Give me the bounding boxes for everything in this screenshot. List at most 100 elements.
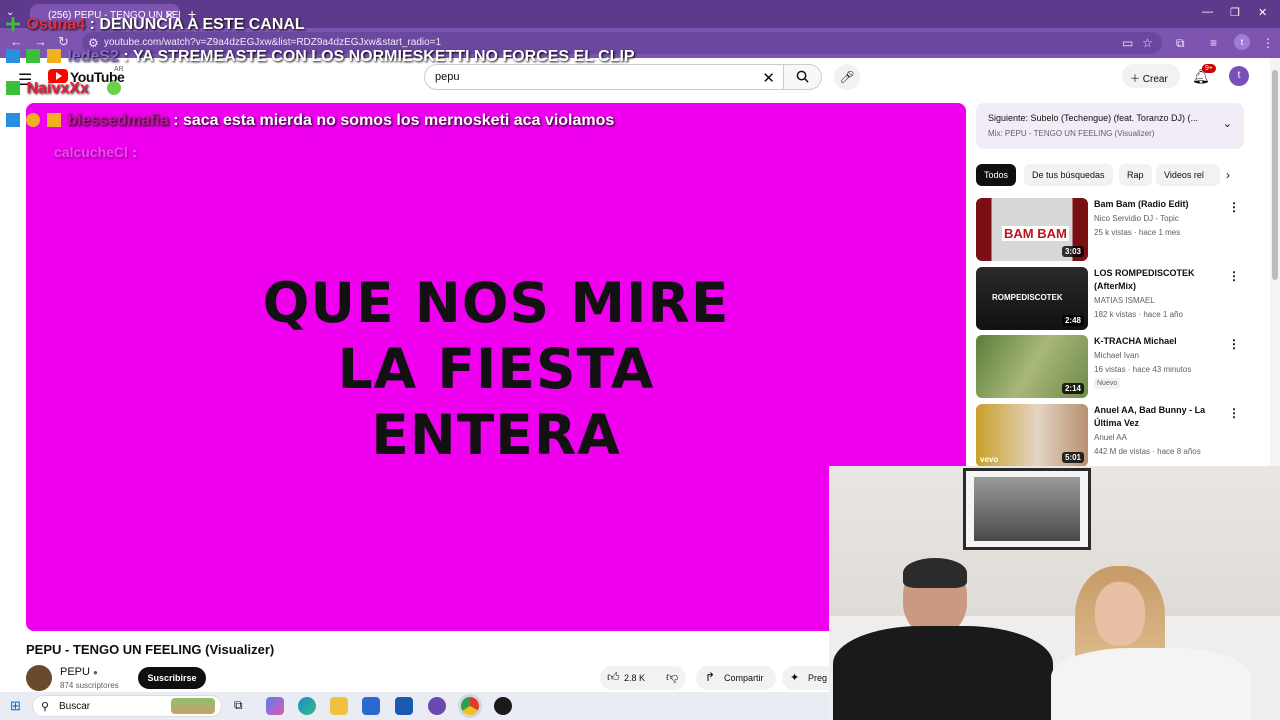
edge-icon[interactable] xyxy=(298,697,316,715)
chat-message: blessedmafia : saca esta mierda no somos… xyxy=(6,112,614,130)
lyric-line: LA FIESTA xyxy=(337,337,655,401)
chat-text: : xyxy=(132,144,138,160)
more-options-icon[interactable]: ⋮ xyxy=(1228,269,1240,283)
recommendation-item[interactable]: 2:14 K-TRACHA Michael Michael Ivan 16 vi… xyxy=(976,335,1244,398)
channel-name[interactable]: PEPU ● xyxy=(60,666,98,678)
crown-badge-icon xyxy=(46,113,61,127)
recommendation-item[interactable]: vevo 5:01 Anuel AA, Bad Bunny - La Últim… xyxy=(976,404,1244,467)
url-text: youtube.com/watch?v=Z9a4dzEGJxw&list=RDZ… xyxy=(104,37,442,48)
emote-icon xyxy=(107,81,122,95)
close-window-icon[interactable]: ✕ xyxy=(1258,6,1267,19)
windows-start-icon[interactable]: ⊞ xyxy=(10,698,21,714)
more-options-icon[interactable]: ⋮ xyxy=(1228,406,1240,420)
subscribe-button[interactable]: Suscribirse xyxy=(138,667,206,689)
video-thumbnail[interactable]: BAM BAM 3:03 xyxy=(976,198,1088,261)
video-thumbnail[interactable]: 2:14 xyxy=(976,335,1088,398)
mail-icon[interactable] xyxy=(395,697,413,715)
video-title: PEPU - TENGO UN FEELING (Visualizer) xyxy=(26,642,275,657)
create-button[interactable]: ＋ Crear xyxy=(1122,64,1180,88)
recommendation-title: LOS ROMPEDISCOTEK (AfterMix) xyxy=(1094,268,1195,291)
thumbnail-text: ROMPEDISCOTEK xyxy=(992,293,1063,302)
filter-chips: Todos De tus búsquedas Rap Videos rel › xyxy=(976,164,1244,186)
discord-icon[interactable] xyxy=(428,697,446,715)
bookmark-star-icon[interactable]: ☆ xyxy=(1142,36,1153,50)
plus-icon: ＋ xyxy=(1130,74,1140,85)
search-highlight-image xyxy=(171,698,215,714)
chat-text: : saca esta mierda no somos los mernoske… xyxy=(173,112,615,129)
scrollbar-thumb[interactable] xyxy=(1272,70,1278,280)
vevo-logo: vevo xyxy=(980,455,999,464)
up-next-mix: Mix: PEPU - TENGO UN FEELING (Visualizer… xyxy=(988,129,1155,138)
recommendation-title: Bam Bam (Radio Edit) xyxy=(1094,199,1189,209)
notification-count-badge: 9+ xyxy=(1202,64,1216,73)
store-icon[interactable] xyxy=(362,697,380,715)
wall-poster xyxy=(963,468,1091,550)
extensions-icon[interactable]: ⧉ xyxy=(1176,36,1185,51)
up-next-title: Siguiente: Subelo (Techengue) (feat. Tor… xyxy=(988,113,1198,123)
forward-icon[interactable]: → xyxy=(34,34,47,49)
restore-icon[interactable]: ❐ xyxy=(1230,6,1240,19)
recommendation-title: Anuel AA, Bad Bunny - La Última Vez xyxy=(1094,405,1206,428)
file-explorer-icon[interactable] xyxy=(330,697,348,715)
taskbar-search-label: Buscar xyxy=(59,701,91,712)
dislike-icon[interactable]: 👎︎ xyxy=(666,670,678,685)
subscriber-count: 874 suscriptores xyxy=(60,681,119,690)
duration-badge: 2:48 xyxy=(1061,315,1084,326)
cast-icon[interactable]: ▭ xyxy=(1122,36,1133,50)
voice-search-button[interactable]: 🎤︎ xyxy=(834,64,860,90)
thumbnail-text: BAM BAM xyxy=(1002,226,1069,241)
chat-message: calcucheCl : xyxy=(54,144,137,162)
chevron-right-icon[interactable]: › xyxy=(1226,168,1230,182)
chat-username: NaivxXx xyxy=(26,80,89,97)
task-view-icon[interactable]: ⧉ xyxy=(234,698,243,713)
recommendation-meta: 16 vistas · hace 43 minutos xyxy=(1094,365,1192,374)
like-icon[interactable]: 👍︎ xyxy=(607,670,620,685)
clear-search-icon[interactable]: ✕ xyxy=(762,69,775,87)
windows-taskbar: ⊞ ⚲ Buscar ⧉ xyxy=(0,692,829,720)
minimize-icon[interactable]: — xyxy=(1202,6,1213,18)
more-options-icon[interactable]: ⋮ xyxy=(1228,200,1240,214)
video-thumbnail[interactable]: ROMPEDISCOTEK 2:48 xyxy=(976,267,1088,330)
back-icon[interactable]: ← xyxy=(10,34,23,49)
chip-busquedas[interactable]: De tus búsquedas xyxy=(1024,164,1113,186)
recommendation-item[interactable]: ROMPEDISCOTEK 2:48 LOS ROMPEDISCOTEK (Af… xyxy=(976,267,1244,330)
search-input[interactable]: pepu ✕ xyxy=(424,64,784,90)
account-avatar[interactable]: t xyxy=(1229,66,1249,86)
chat-badge-icon xyxy=(6,49,20,63)
chat-text: : YA STREMEASTE CON LOS NORMIESKETTI NO … xyxy=(123,48,635,65)
search-button[interactable] xyxy=(784,64,822,90)
chrome-icon[interactable] xyxy=(461,697,479,715)
chip-rap[interactable]: Rap xyxy=(1119,164,1152,186)
browser-profile-avatar[interactable]: t xyxy=(1234,34,1250,50)
video-player[interactable]: QUE NOS MIRE LA FIESTA ENTERA xyxy=(26,103,966,631)
chip-todos[interactable]: Todos xyxy=(976,164,1017,186)
recommendation-item[interactable]: BAM BAM 3:03 Bam Bam (Radio Edit) Nico S… xyxy=(976,198,1244,261)
recommendation-meta: 442 M de vistas · hace 8 años xyxy=(1094,447,1201,456)
media-icon[interactable]: ≡ xyxy=(1210,36,1217,50)
obs-icon[interactable] xyxy=(494,697,512,715)
sparkle-icon: ✦ xyxy=(790,672,800,684)
chat-badge-icon xyxy=(6,17,20,31)
chat-badge-icon xyxy=(6,113,20,127)
chat-username: blessedmafia xyxy=(67,112,169,129)
up-next-panel[interactable]: Siguiente: Subelo (Techengue) (feat. Tor… xyxy=(976,103,1244,149)
browser-menu-icon[interactable]: ⋮ xyxy=(1262,36,1274,50)
chat-username: ledeS2 xyxy=(67,48,119,65)
taskbar-search[interactable]: ⚲ Buscar xyxy=(32,695,222,717)
like-count: 2.8 K xyxy=(624,673,646,683)
chat-username: calcucheCl xyxy=(54,144,128,160)
more-options-icon[interactable]: ⋮ xyxy=(1228,337,1240,351)
video-thumbnail[interactable]: vevo 5:01 xyxy=(976,404,1088,467)
share-button[interactable]: ↱ Compartir xyxy=(696,666,776,690)
channel-avatar[interactable] xyxy=(26,665,52,691)
create-label: Crear xyxy=(1142,74,1168,85)
webcam-overlay xyxy=(829,466,1280,720)
share-icon: ↱ xyxy=(705,670,716,684)
ask-button[interactable]: ✦ Preg xyxy=(782,666,832,690)
chat-badge-icon xyxy=(26,113,41,127)
region-code: AR xyxy=(114,66,124,73)
copilot-icon[interactable] xyxy=(266,697,284,715)
chip-videos-relacionados[interactable]: Videos rel xyxy=(1156,164,1220,186)
chevron-down-icon[interactable]: ⌄ xyxy=(1223,117,1232,130)
chat-message: NaivxXx xyxy=(6,80,123,98)
